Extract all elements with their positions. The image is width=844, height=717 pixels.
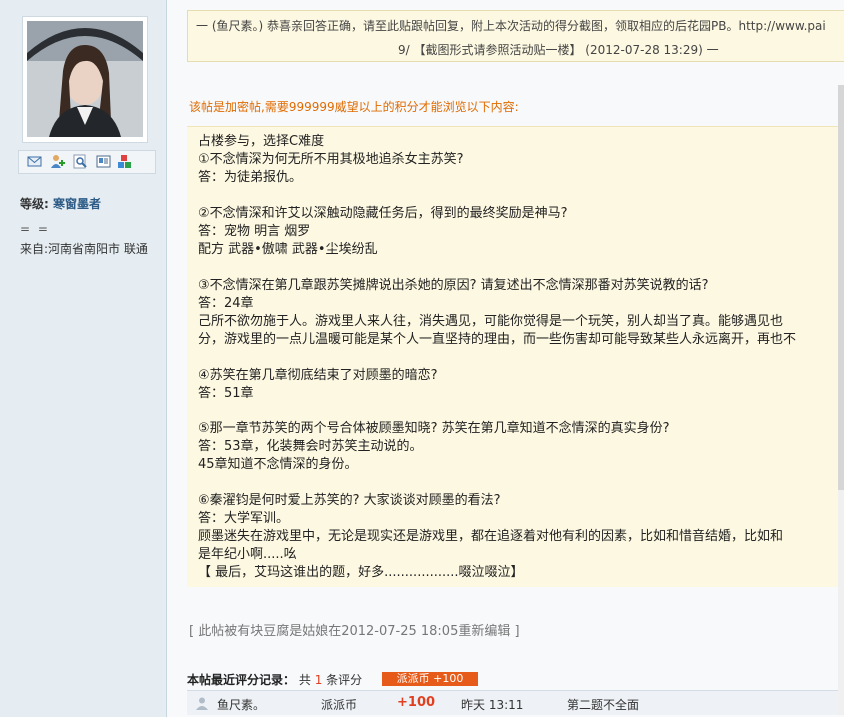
content-line: ①不念情深为何无所不用其极地追杀女主苏笑?: [198, 152, 464, 167]
user-sidebar: 等级: 寒窗墨者 = = 来自:河南省南阳市 联通: [0, 0, 167, 717]
encrypted-post-notice: 该帖是加密帖,需要999999威望以上的积分才能浏览以下内容:: [189, 100, 519, 114]
content-line: 答：24章: [198, 296, 254, 311]
rating-time: 昨天 13:11: [461, 698, 524, 712]
scrollbar-thumb[interactable]: [838, 85, 844, 490]
rating-type: 派派币: [321, 698, 358, 712]
user-icon: [196, 697, 208, 710]
profile-card-icon[interactable]: [96, 154, 111, 169]
content-line: 答：51章: [198, 386, 254, 401]
blocks-icon[interactable]: [117, 154, 132, 169]
add-friend-icon[interactable]: [50, 154, 65, 169]
quote-line-1: 一 (鱼尺素。) 恭喜亲回答正确，请至此贴跟帖回复，附上本次活动的得分截图，领取…: [196, 19, 826, 33]
rating-suffix: 条评分: [326, 673, 363, 687]
rating-row: 鱼尺素。 派派币 +100 昨天 13:11 第二题不全面: [187, 690, 844, 715]
rating-title: 本帖最近评分记录：: [187, 673, 296, 687]
content-line: ②不念情深和许艾以深触动隐藏任务后，得到的最终奖励是神马?: [198, 206, 568, 221]
post-content: 占楼参与，选择C难度 ①不念情深为何无所不用其极地追杀女主苏笑? 答：为徒弟报仇…: [187, 126, 844, 587]
content-line: 是年纪小啊.....吆: [198, 547, 297, 562]
avatar-photo: [27, 21, 143, 137]
rating-reason: 第二题不全面: [567, 698, 640, 712]
rating-count: 1: [314, 673, 323, 687]
content-line: 答：53章，化装舞会时苏笑主动说的。: [198, 439, 423, 454]
post-main: 一 (鱼尺素。) 恭喜亲回答正确，请至此贴跟帖回复，附上本次活动的得分截图，领取…: [167, 0, 844, 717]
content-line: 占楼参与，选择C难度: [198, 134, 325, 149]
content-line: 答：大学军训。: [198, 511, 290, 526]
level-value[interactable]: 寒窗墨者: [53, 197, 101, 211]
content-line: 答：为徒弟报仇。: [198, 170, 303, 185]
content-line: 45章知道不念情深的身份。: [198, 457, 358, 472]
search-icon[interactable]: [73, 154, 88, 169]
message-icon[interactable]: [27, 154, 42, 169]
content-line: ④苏笑在第几章彻底结束了对顾墨的暗恋?: [198, 368, 438, 383]
rating-header: 本帖最近评分记录： 共 1 条评分: [187, 671, 362, 688]
content-line: ⑥秦濯钧是何时爱上苏笑的? 大家谈谈对顾墨的看法?: [198, 493, 501, 508]
quote-line-2: 9/ 【截图形式请参照活动贴一楼】 (2012-07-28 13:29) 一: [398, 43, 719, 57]
rating-user[interactable]: 鱼尺素。: [217, 696, 265, 713]
user-location: 来自:河南省南阳市 联通: [20, 242, 148, 256]
level-label: 等级:: [20, 197, 49, 211]
user-signature-separator: = =: [20, 222, 50, 236]
content-line: 己所不欲勿施于人。游戏里人来人往，消失遇见，可能你觉得是一个玩笑，别人却当了真。…: [198, 314, 784, 329]
content-line: 答：宠物 明言 烟罗: [198, 224, 311, 239]
content-line: ⑤那一章节苏笑的两个号合体被顾墨知晓? 苏笑在第几章知道不念情深的真实身份?: [198, 421, 670, 436]
edit-note: [ 此帖被有块豆腐是姑娘在2012-07-25 18:05重新编辑 ]: [189, 624, 520, 639]
quote-box: 一 (鱼尺素。) 恭喜亲回答正确，请至此贴跟帖回复，附上本次活动的得分截图，领取…: [187, 10, 844, 62]
rating-score: +100: [397, 695, 436, 710]
content-line: 顾墨迷失在游戏里中，无论是现实还是游戏里，都在追逐着对他有利的因素，比如和惜音结…: [198, 529, 784, 544]
rating-prefix: 共: [298, 673, 311, 687]
content-line: 配方 武器•傲啸 武器•尘埃纷乱: [198, 242, 378, 257]
content-line: 【 最后，艾玛这谁出的题，好多..................啜泣啜泣】: [198, 565, 524, 580]
user-action-bar: [18, 150, 156, 174]
content-line: 分，游戏里的一点儿温暖可能是某个人一直坚持的理由，而一些伤害却可能导致某些人永远…: [198, 332, 797, 347]
avatar[interactable]: [22, 16, 148, 143]
content-line: ③不念情深在第几章跟苏笑摊牌说出杀她的原因? 请复述出不念情深那番对苏笑说教的话…: [198, 278, 709, 293]
user-level: 等级: 寒窗墨者: [20, 195, 101, 212]
rating-badge: 派派币 +100: [382, 672, 478, 686]
